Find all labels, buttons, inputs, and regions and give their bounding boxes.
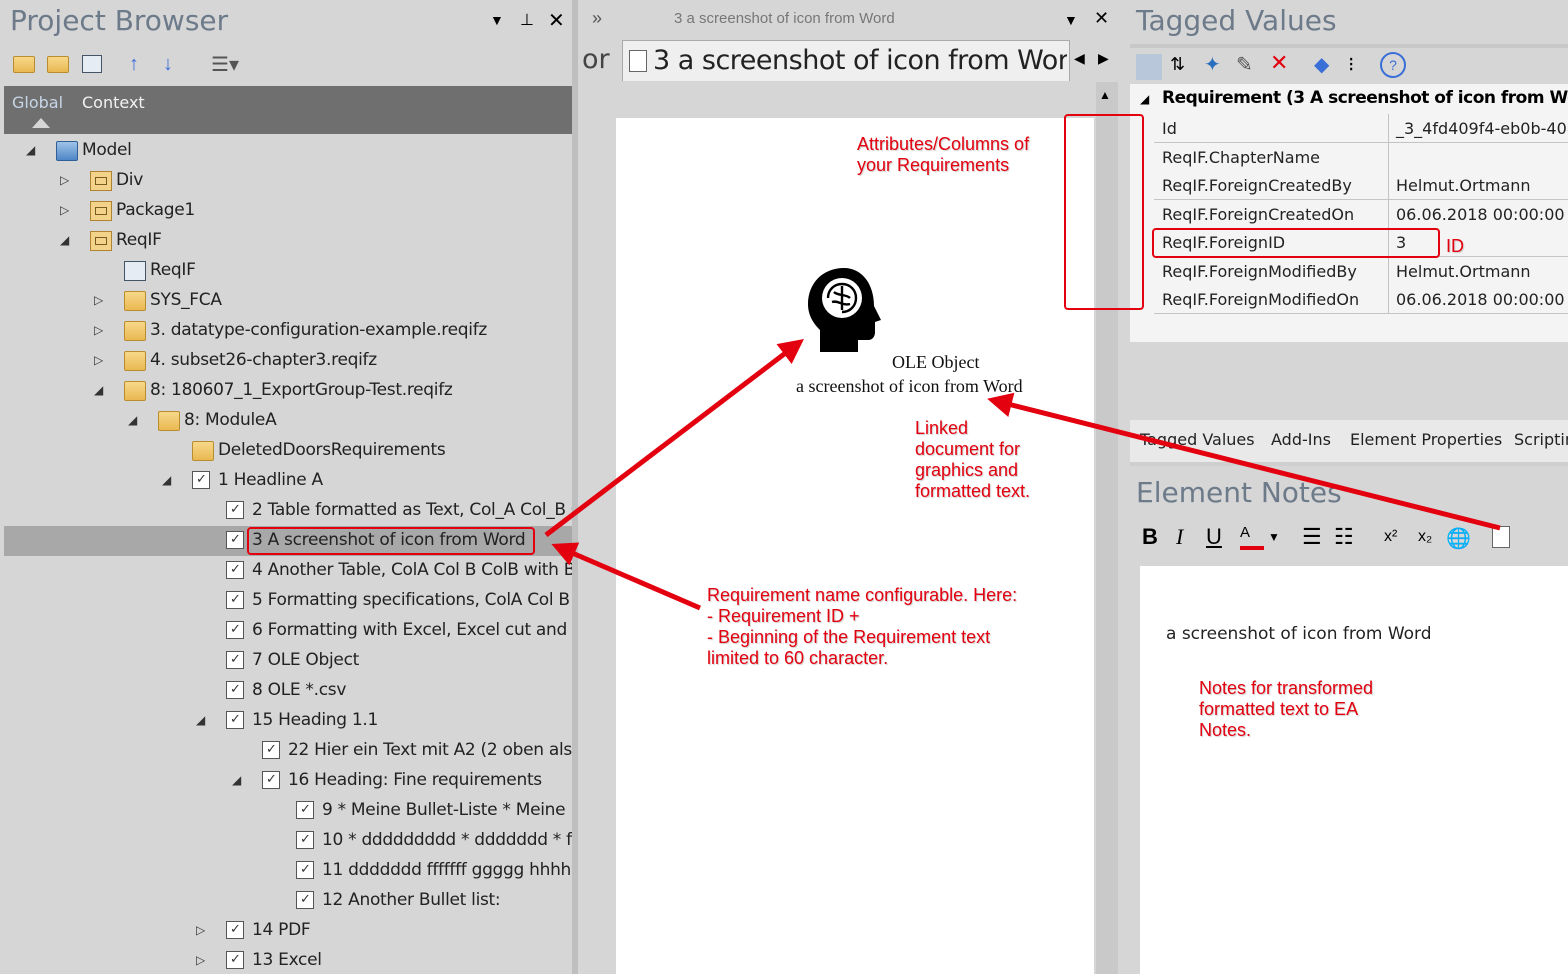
arrow-to-ole bbox=[544, 338, 804, 537]
arrow-to-linked-doc bbox=[987, 392, 1501, 531]
annotation-arrows bbox=[544, 338, 1501, 611]
arrow-to-requirement bbox=[551, 542, 701, 611]
